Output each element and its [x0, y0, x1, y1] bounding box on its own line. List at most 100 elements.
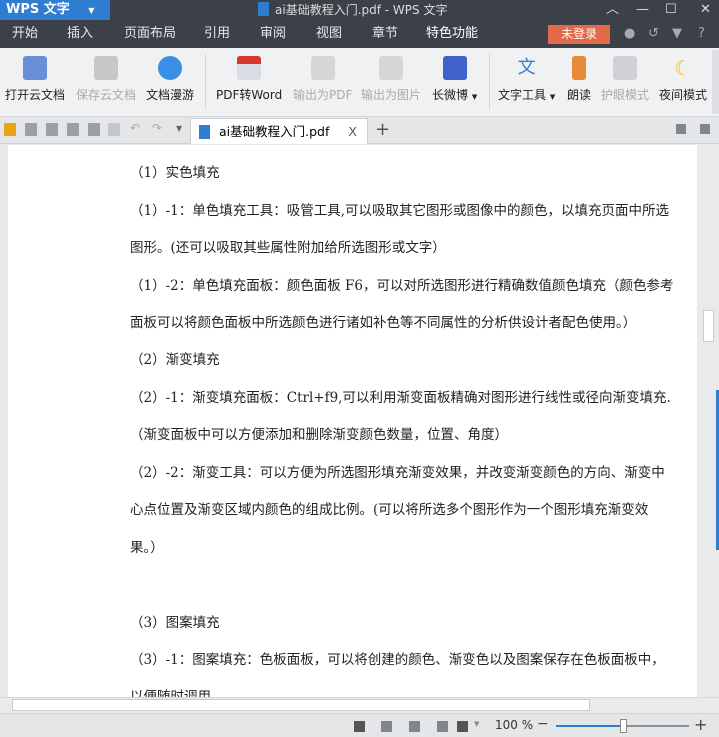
undo-icon[interactable]: ↶: [130, 121, 140, 135]
weibo-icon: [442, 56, 467, 80]
save-cloud-doc-icon: [94, 56, 118, 80]
vertical-scrollbar[interactable]: [697, 145, 719, 697]
open-icon[interactable]: [4, 123, 16, 136]
label: 输出为图片: [361, 88, 422, 102]
chevron-down-icon: ▼: [471, 93, 478, 101]
zoom-in-button[interactable]: +: [694, 715, 707, 734]
divider: [205, 54, 206, 110]
app-menu-button[interactable]: WPS 文字 ▼: [0, 0, 110, 20]
label: 护眼模式: [601, 88, 650, 102]
menu-bar: 开始 插入 页面布局 引用 审阅 视图 章节 特色功能 ● ↺ ▼ ?: [0, 20, 719, 50]
web-view-icon[interactable]: [437, 721, 448, 732]
label: PDF转Word: [216, 88, 283, 102]
label: 文档漫游: [146, 88, 195, 102]
paragraph: 心点位置及渐变区域内颜色的组成比例。(可以将所选多个图形作为一个图形填充渐变效: [130, 502, 649, 518]
page-view-icon[interactable]: [381, 721, 392, 732]
paragraph: （1）实色填充: [130, 165, 220, 181]
shirt-icon[interactable]: ▼: [672, 20, 682, 48]
chevron-down-icon[interactable]: ▼: [474, 720, 479, 728]
tab-page-layout[interactable]: 页面布局: [124, 20, 176, 48]
read-aloud-icon: [572, 56, 586, 80]
paragraph: 果。）: [130, 540, 164, 556]
save-icon[interactable]: [25, 123, 37, 136]
tab-menu-icon[interactable]: [700, 124, 710, 134]
tab-section[interactable]: 章节: [372, 20, 398, 48]
export-pdf-icon[interactable]: [46, 123, 58, 136]
text-tools-button[interactable]: 文文字工具 ▼: [498, 54, 555, 103]
help-icon[interactable]: ?: [698, 20, 705, 48]
collapse-ribbon-icon[interactable]: ︿: [606, 0, 619, 20]
pdf-to-word-button[interactable]: PDF转Word: [216, 54, 282, 103]
label: 长微博: [432, 88, 469, 102]
window-title: ai基础教程入门.pdf - WPS 文字: [258, 0, 447, 20]
word-file-icon: [199, 125, 210, 139]
tab-home[interactable]: 开始: [12, 20, 38, 48]
open-cloud-doc-icon: [23, 56, 47, 80]
export-pdf-icon: [310, 56, 335, 80]
zoom-slider-fill: [556, 725, 623, 727]
tab-view[interactable]: 视图: [316, 20, 342, 48]
close-button[interactable]: ✕: [700, 0, 711, 20]
paragraph: 图形。(还可以吸取其些属性附加给所选图形或文字）: [130, 240, 446, 256]
chevron-down-icon: ▼: [549, 93, 556, 101]
status-bar: ▼ 100 % − +: [0, 713, 719, 737]
close-tab-button[interactable]: X: [348, 119, 357, 145]
print-preview-icon[interactable]: [88, 123, 100, 136]
export-image-button[interactable]: 输出为图片: [361, 54, 421, 103]
tab-list-icon[interactable]: [676, 124, 686, 134]
chevron-down-icon: ▼: [88, 6, 95, 15]
document-tab[interactable]: ai基础教程入门.pdf X: [190, 118, 368, 144]
label: 夜间模式: [659, 88, 708, 102]
window-title-text: ai基础教程入门.pdf - WPS 文字: [275, 3, 448, 17]
preview-icon[interactable]: [108, 123, 120, 136]
night-mode-button[interactable]: ☾ 夜间模式: [659, 54, 707, 103]
customize-dropdown-icon[interactable]: ▼: [176, 124, 182, 133]
sync-icon[interactable]: ↺: [648, 20, 659, 48]
document-tab-title: ai基础教程入门.pdf: [219, 124, 330, 139]
horizontal-scroll-thumb[interactable]: [12, 699, 590, 711]
paragraph: （1）-2：单色填充面板：颜色面板 F6，可以对所选图形进行精确数值颜色填充（颜…: [130, 278, 674, 294]
paragraph: （2）-2：渐变工具：可以方便为所选图形填充渐变效果，并改变渐变颜色的方向、渐变…: [130, 465, 665, 481]
export-pdf-button[interactable]: 输出为PDF: [293, 54, 352, 103]
new-tab-button[interactable]: +: [375, 119, 390, 140]
redo-icon[interactable]: ↷: [152, 121, 162, 135]
label: 保存云文档: [76, 88, 137, 102]
tab-references[interactable]: 引用: [204, 20, 230, 48]
export-image-icon: [379, 56, 403, 80]
read-aloud-button[interactable]: 朗读: [567, 54, 591, 103]
text-tools-icon: 文: [517, 57, 536, 78]
fullscreen-icon[interactable]: [354, 721, 365, 732]
long-weibo-button[interactable]: 长微博 ▼: [432, 54, 477, 103]
paragraph: （3）-1：图案填充：色板面板，可以将创建的颜色、渐变色以及图案保存在色板面板中…: [130, 652, 665, 668]
ribbon-scroll-right[interactable]: [712, 50, 719, 114]
zoom-slider-handle[interactable]: [619, 719, 627, 733]
save-cloud-doc-button[interactable]: 保存云文档: [76, 54, 136, 103]
cloud-roaming-icon: [158, 56, 182, 80]
tab-review[interactable]: 审阅: [260, 20, 286, 48]
doc-roaming-button[interactable]: 文档漫游: [146, 54, 194, 103]
zoom-out-button[interactable]: −: [537, 716, 549, 732]
skin-icon[interactable]: ●: [624, 20, 635, 48]
outline-view-icon[interactable]: [409, 721, 420, 732]
title-bar: WPS 文字 ▼ ai基础教程入门.pdf - WPS 文字 ︿ — ☐ ✕: [0, 0, 719, 20]
eye-care-icon: [613, 56, 637, 80]
minimize-button[interactable]: —: [636, 0, 649, 20]
eye-protect-icon[interactable]: [457, 721, 468, 732]
open-cloud-doc-button[interactable]: 打开云文档: [5, 54, 65, 103]
label: 文字工具: [498, 88, 547, 102]
vertical-scroll-thumb[interactable]: [703, 310, 714, 342]
zoom-slider[interactable]: [556, 719, 689, 733]
pdf-to-word-icon: [237, 56, 262, 80]
print-icon[interactable]: [67, 123, 79, 136]
night-mode-icon: ☾: [674, 56, 692, 80]
paragraph: （2）-1：渐变填充面板：Ctrl+f9,可以利用渐变面板精确对图形进行线性或径…: [130, 390, 671, 406]
maximize-button[interactable]: ☐: [665, 0, 677, 20]
eye-care-button[interactable]: 护眼模式: [601, 54, 649, 103]
login-button[interactable]: 未登录: [548, 25, 610, 44]
paragraph: （2）渐变填充: [130, 352, 220, 368]
paragraph: （1）-1：单色填充工具：吸管工具,可以吸取其它图形或图像中的颜色，以填充页面中…: [130, 203, 670, 219]
tab-special-features[interactable]: 特色功能: [420, 20, 485, 50]
label: 打开云文档: [5, 88, 66, 102]
tab-insert[interactable]: 插入: [67, 20, 93, 48]
document-page[interactable]: （1）实色填充 （1）-1：单色填充工具：吸管工具,可以吸取其它图形或图像中的颜…: [8, 145, 697, 697]
